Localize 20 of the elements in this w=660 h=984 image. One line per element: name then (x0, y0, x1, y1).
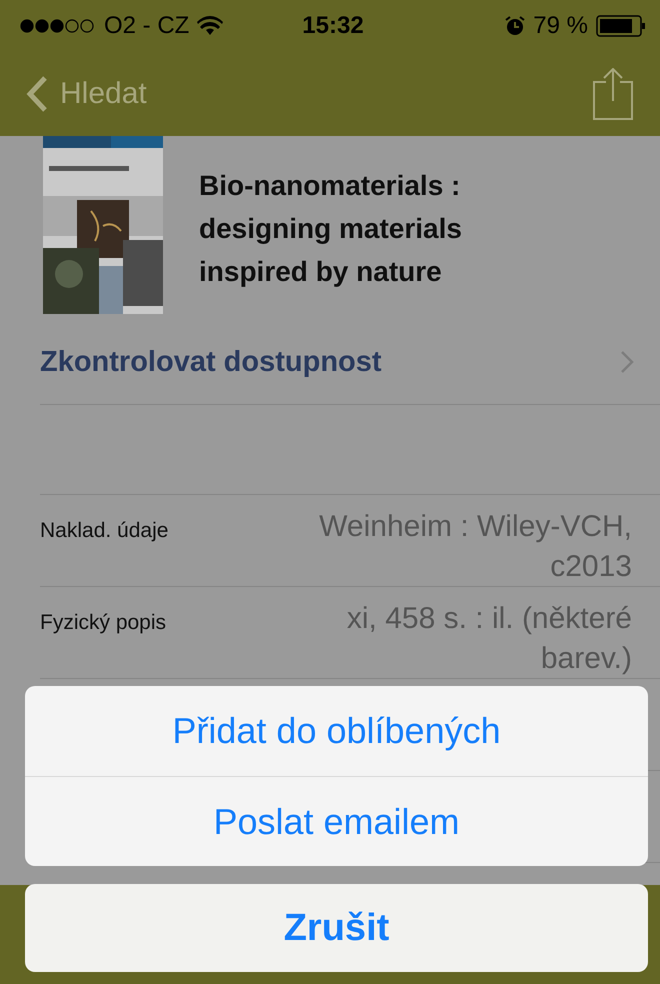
share-icon[interactable] (592, 68, 634, 120)
detail-value: xi, 458 s. : il. (některé barev.) (346, 601, 632, 677)
availability-link[interactable]: Zkontrolovat dostupnost (40, 320, 660, 405)
detail-label: Naklad. údaje (40, 518, 168, 543)
back-icon (26, 76, 48, 112)
book-title: Bio-nanomaterials : designing materials inspired by nature (199, 168, 463, 289)
sheet-action[interactable]: Poslat emailem (25, 776, 648, 866)
sheet-action[interactable]: Přidat do oblíbených (25, 686, 648, 776)
wifi-icon (197, 16, 224, 36)
battery-percent: 79 % (533, 12, 588, 40)
alarm-icon (505, 16, 526, 36)
chevron-icon (620, 350, 634, 374)
clock-time: 15:32 (302, 12, 364, 40)
detail-label: Fyzický popis (40, 610, 166, 635)
detail-value: Weinheim : Wiley-VCH, c2013 (318, 509, 632, 585)
back-button[interactable]: Hledat (26, 76, 147, 112)
signal-icon (20, 19, 96, 33)
battery-icon (596, 15, 646, 37)
cancel-button[interactable]: Zrušit (25, 884, 648, 972)
carrier-name: O2 - CZ (104, 12, 190, 40)
